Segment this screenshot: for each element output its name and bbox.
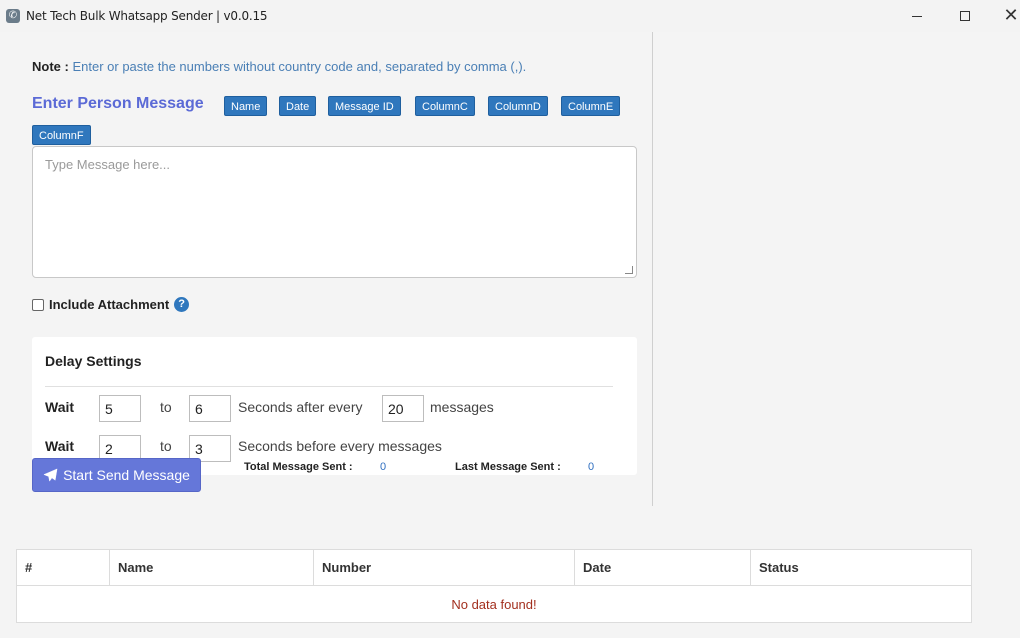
last-message-sent-label: Last Message Sent : xyxy=(455,461,561,473)
minimize-icon xyxy=(912,15,922,17)
placeholder-chip-columnd[interactable]: ColumnD xyxy=(488,96,548,116)
wait-label-row1: Wait xyxy=(45,399,75,415)
note-label: Note : xyxy=(32,59,69,74)
column-header-name: Name xyxy=(118,560,154,575)
start-send-message-button[interactable]: Start Send Message xyxy=(32,458,201,492)
maximize-button[interactable] xyxy=(942,0,988,32)
delay-divider xyxy=(45,386,613,387)
resize-handle-icon[interactable] xyxy=(625,266,633,274)
include-attachment-checkbox[interactable] xyxy=(32,298,44,311)
window-title: Net Tech Bulk Whatsapp Sender | v0.0.15 xyxy=(26,9,268,23)
placeholder-chip-columnc[interactable]: ColumnC xyxy=(415,96,475,116)
message-batch-count-input[interactable]: 20 xyxy=(382,395,424,422)
delay-min-after-input[interactable]: 5 xyxy=(99,395,141,422)
message-textarea[interactable]: Type Message here... xyxy=(32,146,637,278)
column-header-date: Date xyxy=(583,560,612,575)
seconds-after-every-label: Seconds after every xyxy=(238,399,363,415)
column-header-index: # xyxy=(25,560,33,575)
minimize-button[interactable] xyxy=(894,0,940,32)
note-message: Enter or paste the numbers without count… xyxy=(72,59,527,74)
include-attachment-label[interactable]: Include Attachment xyxy=(49,297,169,312)
start-send-message-label: Start Send Message xyxy=(63,467,190,483)
placeholder-chip-columne[interactable]: ColumnE xyxy=(561,96,621,116)
empty-table-message: No data found! xyxy=(451,597,537,612)
close-button[interactable]: ✕ xyxy=(988,0,1020,32)
messages-label: messages xyxy=(430,399,494,415)
seconds-before-every-label: Seconds before every messages xyxy=(238,438,442,454)
to-label-row1: to xyxy=(160,399,172,415)
compose-panel: Note : Enter or paste the numbers withou… xyxy=(0,32,652,506)
to-label-row2: to xyxy=(160,438,172,454)
attachment-row: Include Attachment ? xyxy=(32,297,190,312)
table-header: # Name Number Date Status xyxy=(17,550,971,586)
close-icon: ✕ xyxy=(1003,5,1019,26)
wait-label-row2: Wait xyxy=(45,438,75,454)
message-heading: Enter Person Message xyxy=(32,95,204,112)
column-header-number: Number xyxy=(322,560,372,575)
results-table: # Name Number Date Status No data found! xyxy=(16,549,972,623)
title-bar: ✆ Net Tech Bulk Whatsapp Sender | v0.0.1… xyxy=(0,0,1020,32)
total-message-sent-label: Total Message Sent : xyxy=(244,461,353,473)
placeholder-chip-columnf[interactable]: ColumnF xyxy=(32,125,91,145)
total-message-sent-value: 0 xyxy=(380,461,387,473)
last-message-sent-value: 0 xyxy=(588,461,595,473)
column-header-status: Status xyxy=(759,560,799,575)
note-text: Note : Enter or paste the numbers withou… xyxy=(32,59,526,74)
delay-settings-title: Delay Settings xyxy=(45,353,142,369)
paper-plane-icon xyxy=(43,468,58,481)
delay-max-after-input[interactable]: 6 xyxy=(189,395,231,422)
placeholder-chip-message-id[interactable]: Message ID xyxy=(328,96,401,116)
panel-divider xyxy=(652,32,653,506)
app-logo-icon: ✆ xyxy=(6,9,20,23)
maximize-icon xyxy=(960,11,970,21)
message-textarea-placeholder: Type Message here... xyxy=(45,157,171,172)
placeholder-chip-name[interactable]: Name xyxy=(224,96,268,116)
delay-settings-card: Delay Settings Wait 5 to 6 Seconds after… xyxy=(32,337,637,475)
question-circle-icon[interactable]: ? xyxy=(174,297,190,312)
placeholder-chip-date[interactable]: Date xyxy=(279,96,317,116)
